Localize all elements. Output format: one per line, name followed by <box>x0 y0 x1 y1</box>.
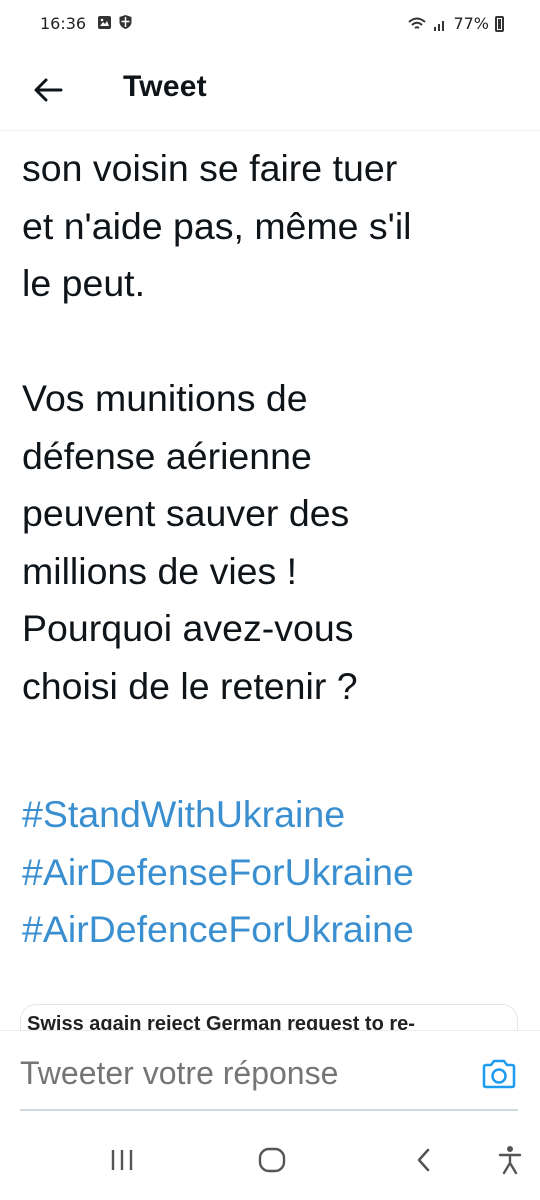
shield-icon <box>119 15 132 29</box>
hashtag-link[interactable]: #StandWithUkraine <box>22 786 532 844</box>
status-bar: 16:36 77% <box>0 0 540 50</box>
battery-percent: 77% <box>453 14 489 33</box>
status-icons-left <box>97 14 133 30</box>
accessibility-icon <box>498 1146 522 1175</box>
camera-icon <box>482 1059 516 1089</box>
hashtag-link[interactable]: #AirDefenseForUkraine <box>22 844 532 902</box>
camera-button[interactable] <box>480 1055 518 1093</box>
nav-back-button[interactable] <box>404 1140 444 1180</box>
reply-underline <box>20 1109 518 1111</box>
header-divider <box>0 130 540 131</box>
reply-bar <box>0 1030 540 1112</box>
hashtag-list: #StandWithUkraine #AirDefenseForUkraine … <box>22 786 532 959</box>
home-icon <box>258 1147 286 1173</box>
reply-input[interactable] <box>20 1053 450 1093</box>
recent-apps-button[interactable] <box>102 1140 142 1180</box>
home-button[interactable] <box>252 1140 292 1180</box>
wifi-icon <box>408 17 427 29</box>
status-icons-right: 77% <box>407 14 504 33</box>
top-app-bar: Tweet <box>0 52 540 128</box>
back-button[interactable] <box>28 70 68 110</box>
system-nav-bar <box>0 1114 540 1200</box>
gallery-icon <box>98 15 111 29</box>
signal-icon <box>434 20 445 31</box>
battery-icon <box>495 15 504 32</box>
back-icon <box>417 1148 430 1172</box>
back-arrow-icon <box>34 78 63 102</box>
recent-apps-icon <box>111 1150 133 1170</box>
page-title: Tweet <box>123 70 207 103</box>
accessibility-button[interactable] <box>490 1140 530 1180</box>
status-time: 16:36 <box>40 14 87 33</box>
tweet-text: son voisin se faire tuer et n'aide pas, … <box>22 147 412 707</box>
hashtag-link[interactable]: #AirDefenceForUkraine <box>22 901 532 959</box>
